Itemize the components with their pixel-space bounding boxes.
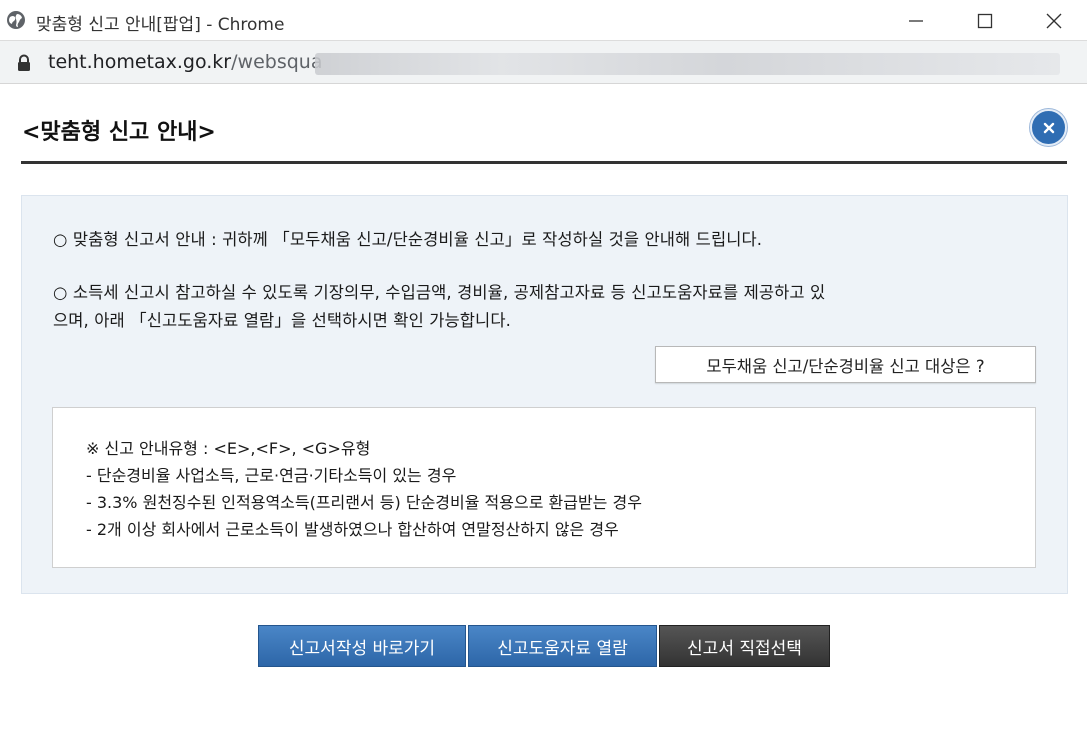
target-eligibility-button[interactable]: 모두채움 신고/단순경비율 신고 대상은 ? [655,346,1036,383]
title-divider [21,161,1067,164]
lock-icon [18,54,30,71]
minimize-button[interactable] [893,0,939,41]
popup-title: <맞춤형 신고 안내> [22,120,216,145]
minimize-icon [909,19,923,22]
address-bar[interactable]: teht.hometax.go.kr/websqua [0,41,1087,84]
direct-select-button[interactable]: 신고서 직접선택 [659,625,830,667]
window-close-icon [1046,13,1062,28]
guide-heading: ※ 신고 안내유형 : <E>,<F>, <G>유형 [86,439,371,458]
popup-close-button[interactable] [1030,109,1067,146]
window-title: 맞춤형 신고 안내[팝업] - Chrome [36,15,285,35]
guide-item: - 단순경비율 사업소득, 근로·연금·기타소득이 있는 경우 [86,466,457,485]
maximize-icon [977,13,993,28]
info-panel: ○ 맞춤형 신고서 안내 : 귀하께 「모두채움 신고/단순경비율 신고」로 작… [21,195,1068,594]
info-line-help-data-cont: 으며, 아래 「신고도움자료 열람」을 선택하시면 확인 가능합니다. [53,311,511,330]
guide-item: - 3.3% 원천징수된 인적용역소득(프리랜서 등) 단순경비율 적용으로 환… [86,493,642,512]
browser-title-bar: 맞춤형 신고 안내[팝업] - Chrome [0,0,1087,41]
view-help-data-button[interactable]: 신고도움자료 열람 [468,625,657,667]
globe-icon [7,11,25,29]
url-host: teht.hometax.go.kr [48,51,232,73]
url-text[interactable]: teht.hometax.go.kr/websqua [48,51,322,73]
guide-item: - 2개 이상 회사에서 근로소득이 발생하였으나 합산하여 연말정산하지 않은… [86,520,619,539]
url-redacted [315,53,1060,75]
write-return-button[interactable]: 신고서작성 바로가기 [258,625,466,667]
url-path: /websqua [231,51,323,73]
guide-box: ※ 신고 안내유형 : <E>,<F>, <G>유형 - 단순경비율 사업소득,… [52,407,1036,568]
maximize-button[interactable] [962,0,1008,41]
info-line-form-guide: ○ 맞춤형 신고서 안내 : 귀하께 「모두채움 신고/단순경비율 신고」로 작… [53,230,763,249]
close-icon [1043,122,1054,133]
info-line-help-data: ○ 소득세 신고시 참고하실 수 있도록 기장의무, 수입금액, 경비율, 공제… [53,283,826,302]
window-close-button[interactable] [1031,0,1077,41]
